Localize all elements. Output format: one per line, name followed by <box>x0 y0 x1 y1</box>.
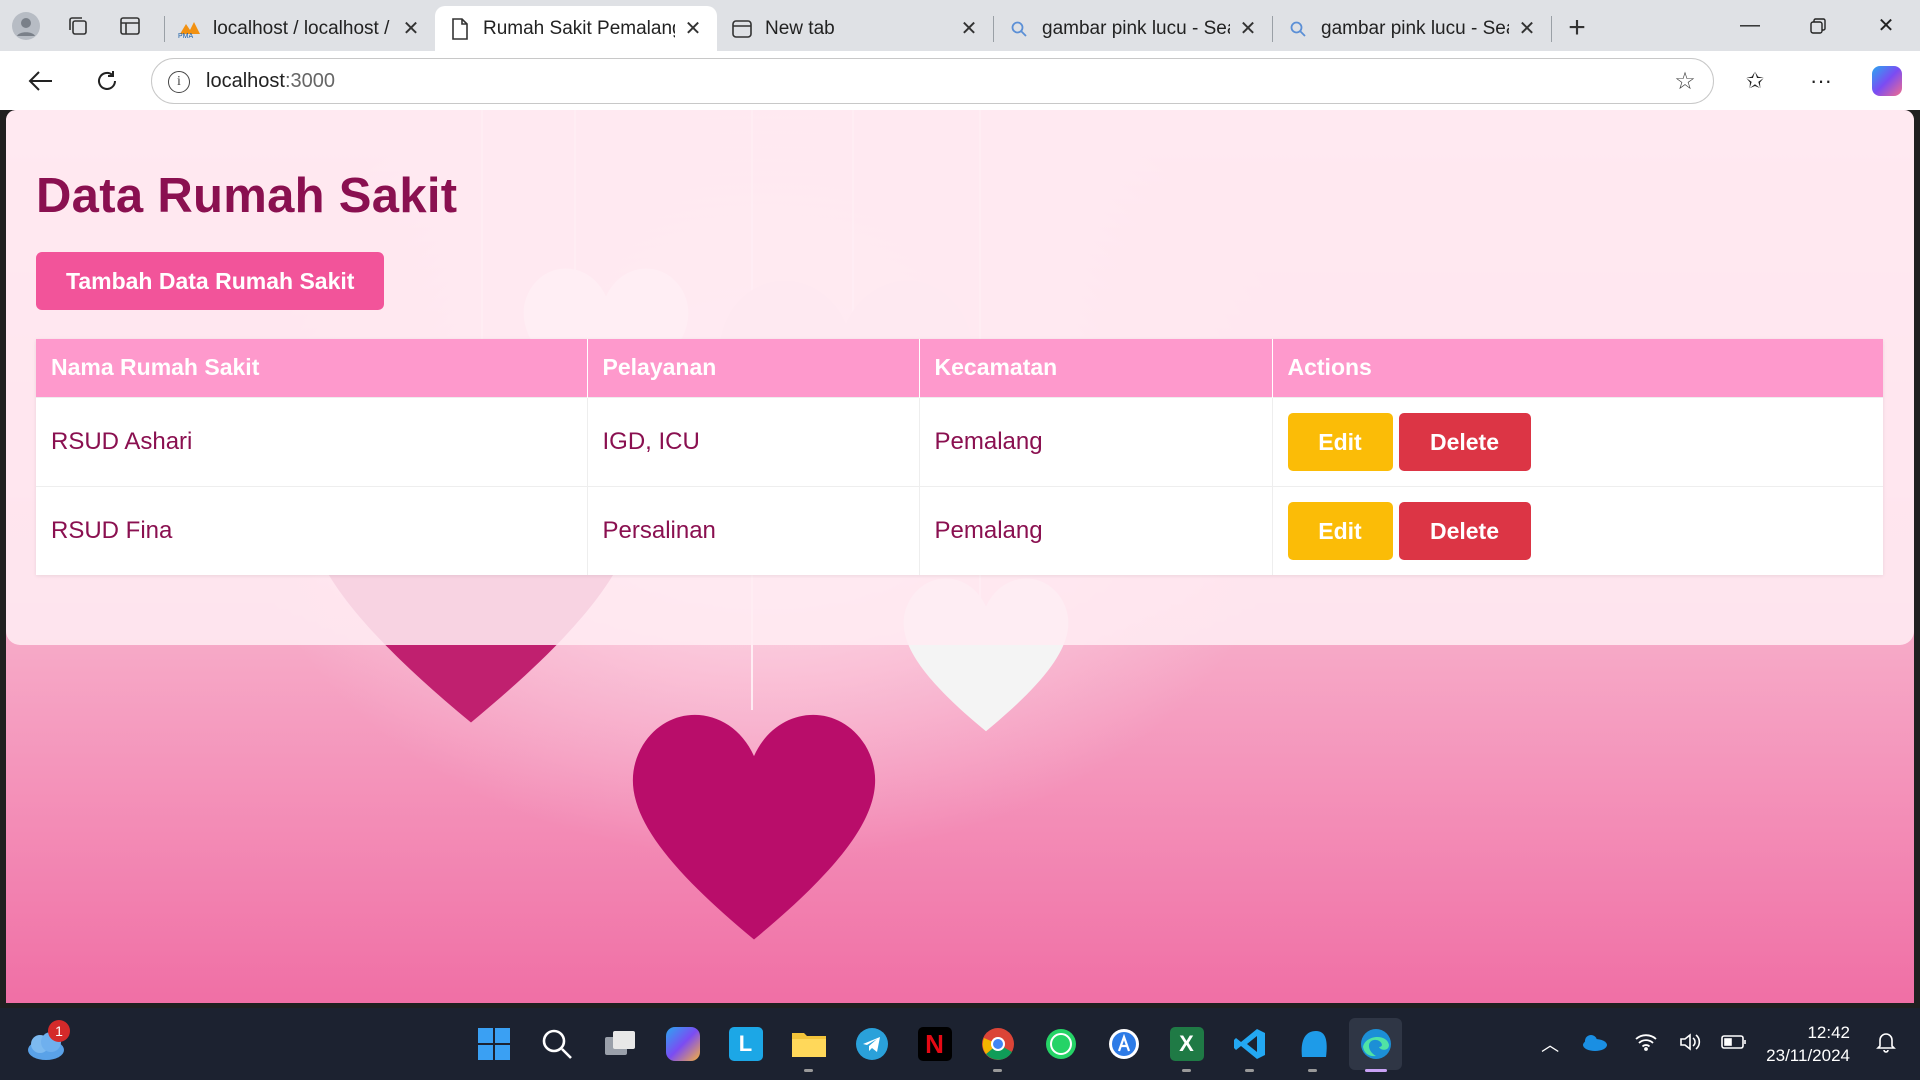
tab-title: gambar pink lucu - Sear <box>1321 17 1509 39</box>
back-arrow-icon[interactable] <box>8 51 74 110</box>
notification-badge: 1 <box>48 1020 70 1042</box>
notification-bell-icon[interactable] <box>1864 1031 1908 1058</box>
table-row: RSUD Ashari IGD, ICU Pemalang Edit Delete <box>36 396 1883 486</box>
volume-icon[interactable] <box>1668 1032 1712 1057</box>
edit-button[interactable]: Edit <box>1287 412 1393 471</box>
start-icon[interactable] <box>467 1018 520 1070</box>
wifi-icon[interactable] <box>1624 1033 1668 1056</box>
delete-button[interactable]: Delete <box>1398 412 1531 471</box>
add-hospital-button[interactable]: Tambah Data Rumah Sakit <box>36 252 385 310</box>
refresh-icon[interactable] <box>74 51 140 110</box>
page-title: Data Rumah Sakit <box>36 169 458 223</box>
tab-rumah-sakit[interactable]: Rumah Sakit Pemalang ✕ <box>435 6 717 51</box>
table-row: RSUD Fina Persalinan Pemalang Edit Delete <box>36 485 1883 575</box>
svg-text:PMA: PMA <box>178 33 194 38</box>
system-tray: ︿ 12:42 23/11/2024 <box>1528 1008 1920 1080</box>
chevron-up-icon[interactable]: ︿ <box>1528 1031 1572 1057</box>
more-menu-icon[interactable]: ··· <box>1788 68 1854 94</box>
table-header-row: Nama Rumah Sakit Pelayanan Kecamatan Act… <box>36 339 1883 397</box>
tab-title: gambar pink lucu - Sear <box>1042 17 1230 39</box>
edge-icon[interactable] <box>1349 1018 1402 1072</box>
hospital-table: Nama Rumah Sakit Pelayanan Kecamatan Act… <box>36 339 1883 575</box>
magenta-heart-image <box>604 695 904 945</box>
onedrive-icon[interactable] <box>1572 1033 1616 1056</box>
clock-time: 12:42 <box>1807 1023 1850 1042</box>
tab-phpmyadmin[interactable]: PMA localhost / localhost / ru ✕ <box>165 8 435 50</box>
task-view-icon[interactable] <box>593 1018 646 1070</box>
tab-search-2[interactable]: gambar pink lucu - Sear ✕ <box>1273 8 1551 50</box>
url-text[interactable]: localhost:3000 <box>206 70 1657 93</box>
collections-icon[interactable] <box>52 0 104 51</box>
close-window-icon[interactable]: ✕ <box>1852 0 1920 51</box>
newtab-icon <box>729 18 755 40</box>
cell-actions: Edit Delete <box>1272 396 1883 486</box>
file-explorer-icon[interactable] <box>782 1018 835 1072</box>
blue-app-icon[interactable] <box>1286 1018 1339 1072</box>
page-viewport: Data Rumah Sakit Tambah Data Rumah Sakit… <box>6 110 1914 1003</box>
tab-title: Rumah Sakit Pemalang <box>483 17 675 39</box>
toolbar-right: ✩ ··· <box>1722 51 1920 110</box>
netflix-icon[interactable]: N <box>908 1018 961 1070</box>
tab-actions-icon[interactable] <box>104 0 156 51</box>
cell-kecamatan: Pemalang <box>919 485 1273 575</box>
search-icon <box>1285 20 1311 38</box>
l-app-icon[interactable]: L <box>719 1018 772 1070</box>
favorite-star-icon[interactable]: ☆ <box>1657 67 1713 96</box>
cell-nama: RSUD Ashari <box>36 396 588 486</box>
battery-icon[interactable] <box>1712 1034 1756 1055</box>
search-icon <box>1006 20 1032 38</box>
clock[interactable]: 12:42 23/11/2024 <box>1766 1021 1850 1067</box>
tab-title: New tab <box>765 17 835 39</box>
telegram-icon[interactable] <box>845 1018 898 1070</box>
close-tab-icon[interactable]: ✕ <box>399 16 423 41</box>
cell-actions: Edit Delete <box>1272 485 1883 575</box>
close-tab-icon[interactable]: ✕ <box>681 16 705 41</box>
tab-search-1[interactable]: gambar pink lucu - Sear ✕ <box>994 8 1272 50</box>
tab-strip: PMA localhost / localhost / ru ✕ Rumah S… <box>0 0 1920 51</box>
column-header-pelayanan: Pelayanan <box>587 339 920 397</box>
copilot-app-icon[interactable] <box>656 1018 709 1070</box>
profile-icon[interactable] <box>0 0 52 51</box>
cell-pelayanan: Persalinan <box>587 485 920 575</box>
minimize-icon[interactable]: — <box>1716 0 1784 51</box>
whatsapp-icon[interactable] <box>1034 1018 1087 1070</box>
column-header-nama: Nama Rumah Sakit <box>36 339 588 397</box>
cell-nama: RSUD Fina <box>36 485 588 575</box>
column-header-actions: Actions <box>1272 339 1883 397</box>
new-tab-button[interactable]: + <box>1552 11 1602 45</box>
cell-pelayanan: IGD, ICU <box>587 396 920 486</box>
phpmyadmin-icon: PMA <box>177 20 203 38</box>
tab-new-tab[interactable]: New tab ✕ <box>717 8 993 50</box>
content-card: Data Rumah Sakit Tambah Data Rumah Sakit… <box>6 110 1914 645</box>
taskbar-apps: L N X <box>462 1018 1407 1072</box>
app-store-icon[interactable] <box>1097 1018 1150 1070</box>
document-icon <box>447 17 473 40</box>
excel-icon[interactable]: X <box>1160 1018 1213 1072</box>
site-info-icon[interactable]: i <box>152 69 206 93</box>
close-tab-icon[interactable]: ✕ <box>1236 16 1260 41</box>
browser-toolbar: i localhost:3000 ☆ ✩ ··· <box>0 51 1920 110</box>
favorites-icon[interactable]: ✩ <box>1722 68 1788 94</box>
edit-button[interactable]: Edit <box>1287 501 1393 560</box>
taskbar: 1 L N X ︿ 12:42 23/11/2024 <box>0 1008 1920 1080</box>
clock-date: 23/11/2024 <box>1766 1046 1850 1065</box>
address-bar[interactable]: i localhost:3000 ☆ <box>151 58 1714 104</box>
vscode-icon[interactable] <box>1223 1018 1276 1072</box>
column-header-kecamatan: Kecamatan <box>919 339 1273 397</box>
search-icon[interactable] <box>530 1018 583 1070</box>
close-tab-icon[interactable]: ✕ <box>1515 16 1539 41</box>
close-tab-icon[interactable]: ✕ <box>957 16 981 41</box>
tab-title: localhost / localhost / ru <box>213 17 393 39</box>
copilot-icon[interactable] <box>1872 65 1902 96</box>
chrome-icon[interactable] <box>971 1018 1024 1072</box>
cell-kecamatan: Pemalang <box>919 396 1273 486</box>
restore-icon[interactable] <box>1784 0 1852 51</box>
delete-button[interactable]: Delete <box>1398 501 1531 560</box>
window-controls: — ✕ <box>1716 0 1920 51</box>
